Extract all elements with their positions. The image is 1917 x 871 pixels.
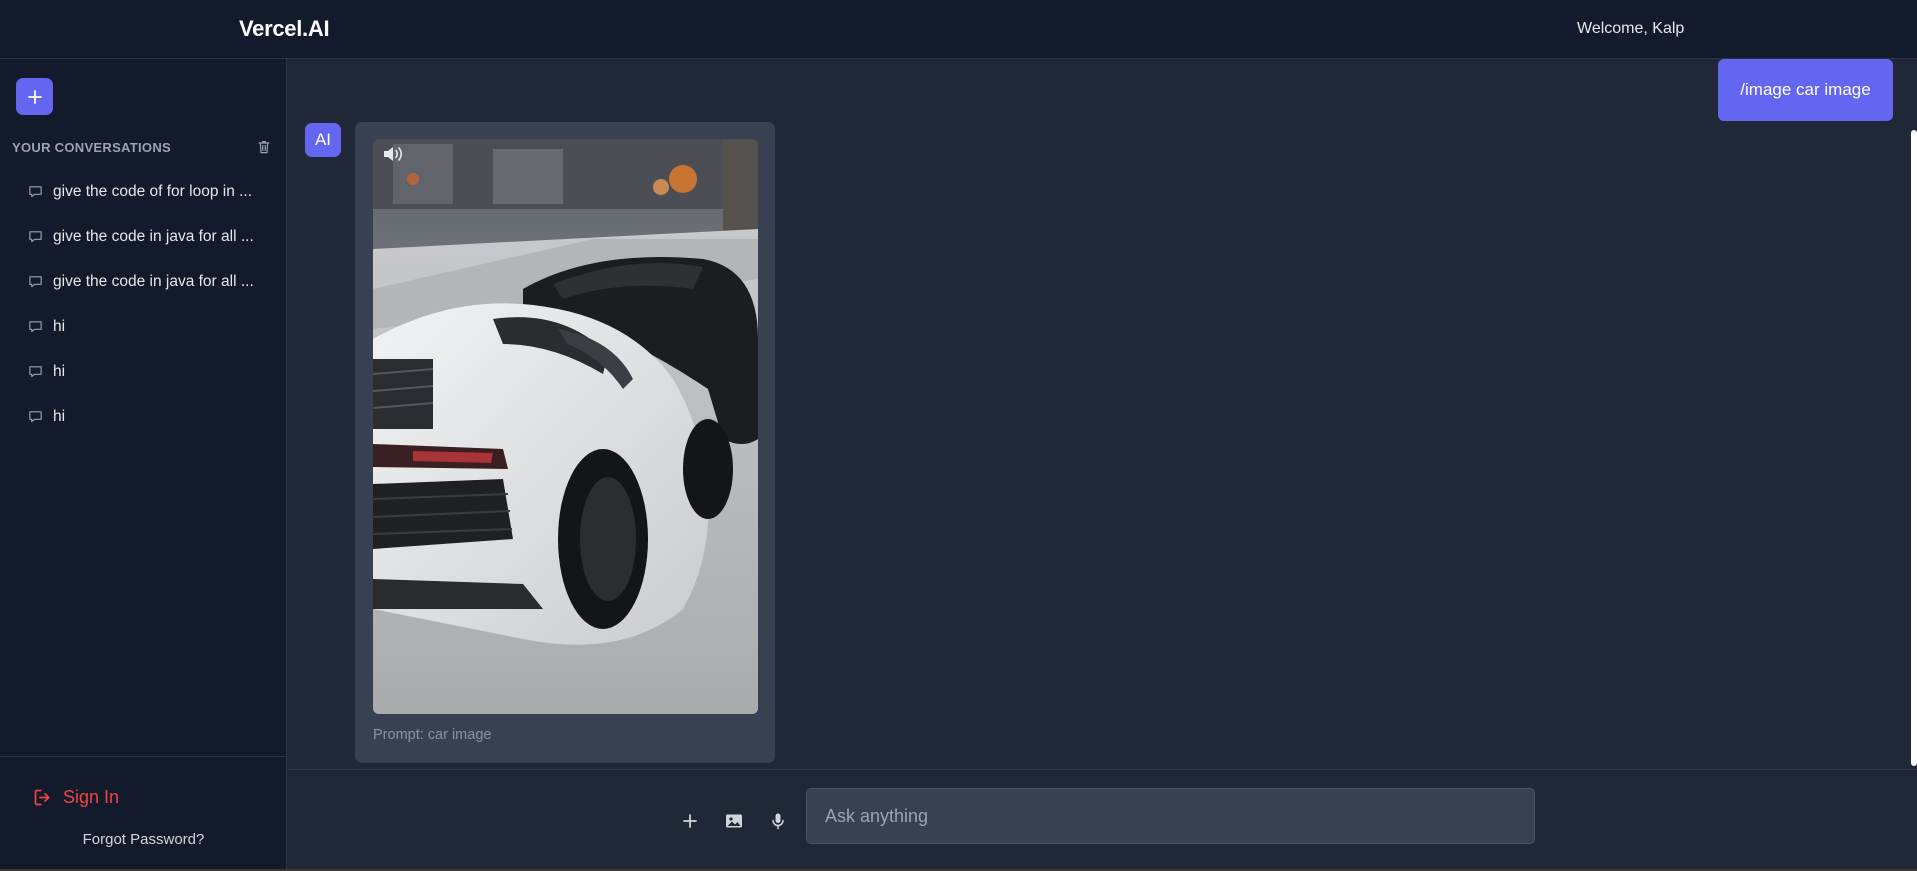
car-image-illustration [373, 139, 758, 714]
microphone-button[interactable] [766, 809, 790, 833]
prompt-caption: Prompt: car image [373, 727, 492, 743]
ai-response-card: Prompt: car image [355, 122, 775, 763]
ai-avatar: AI [305, 123, 341, 157]
conversation-item[interactable]: give the code of for loop in ... [0, 169, 287, 214]
image-upload-button[interactable] [722, 809, 746, 833]
chat-bubble-icon [29, 366, 42, 378]
chat-bubble-icon [29, 411, 42, 423]
chat-bubble-icon [29, 186, 42, 198]
conversation-item[interactable]: hi [0, 394, 287, 439]
conversation-item[interactable]: give the code in java for all ... [0, 259, 287, 304]
sign-in-icon [34, 789, 50, 806]
user-message: /image car image [1718, 59, 1893, 121]
chat-bubble-icon [29, 231, 42, 243]
conversations-title: YOUR CONVERSATIONS [12, 139, 172, 155]
conversation-item[interactable]: hi [0, 349, 287, 394]
plus-icon [683, 814, 697, 828]
sidebar-footer: Sign In Forgot Password? [0, 756, 287, 871]
forgot-password-link[interactable]: Forgot Password? [0, 831, 287, 848]
conversation-label: hi [53, 407, 66, 425]
conversation-item[interactable]: hi [0, 304, 287, 349]
conversation-item[interactable]: give the code in java for all ... [0, 214, 287, 259]
chat-bubble-icon [29, 276, 42, 288]
conversations-header: YOUR CONVERSATIONS [12, 137, 272, 157]
top-bar: Vercel.AI Welcome, Kalp [0, 0, 1917, 59]
microphone-icon [772, 813, 784, 830]
trash-icon[interactable] [256, 139, 272, 155]
plus-icon [27, 89, 42, 104]
conversation-label: give the code of for loop in ... [53, 182, 253, 200]
conversation-label: hi [53, 317, 66, 335]
chat-area: /image car image AI Prompt: car image [288, 59, 1917, 769]
sign-in-button[interactable]: Sign In [32, 787, 119, 808]
composer-bar [288, 769, 1917, 871]
scrollbar-thumb[interactable] [1911, 130, 1917, 766]
sidebar: YOUR CONVERSATIONS give the code of for … [0, 59, 287, 871]
conversation-list: give the code of for loop in ... give th… [0, 169, 287, 439]
conversation-label: give the code in java for all ... [53, 272, 254, 290]
conversation-label: give the code in java for all ... [53, 227, 254, 245]
image-icon [726, 814, 742, 828]
welcome-text: Welcome, Kalp [1577, 20, 1685, 37]
new-chat-button[interactable] [16, 78, 53, 115]
brand-logo[interactable]: Vercel.AI [239, 16, 330, 42]
ask-input[interactable] [806, 788, 1535, 844]
sign-in-label: Sign In [63, 787, 120, 807]
add-attachment-button[interactable] [678, 809, 702, 833]
chat-bubble-icon [29, 321, 42, 333]
conversation-label: hi [53, 362, 66, 380]
generated-car-image[interactable] [373, 139, 758, 714]
speaker-icon[interactable] [381, 143, 407, 165]
